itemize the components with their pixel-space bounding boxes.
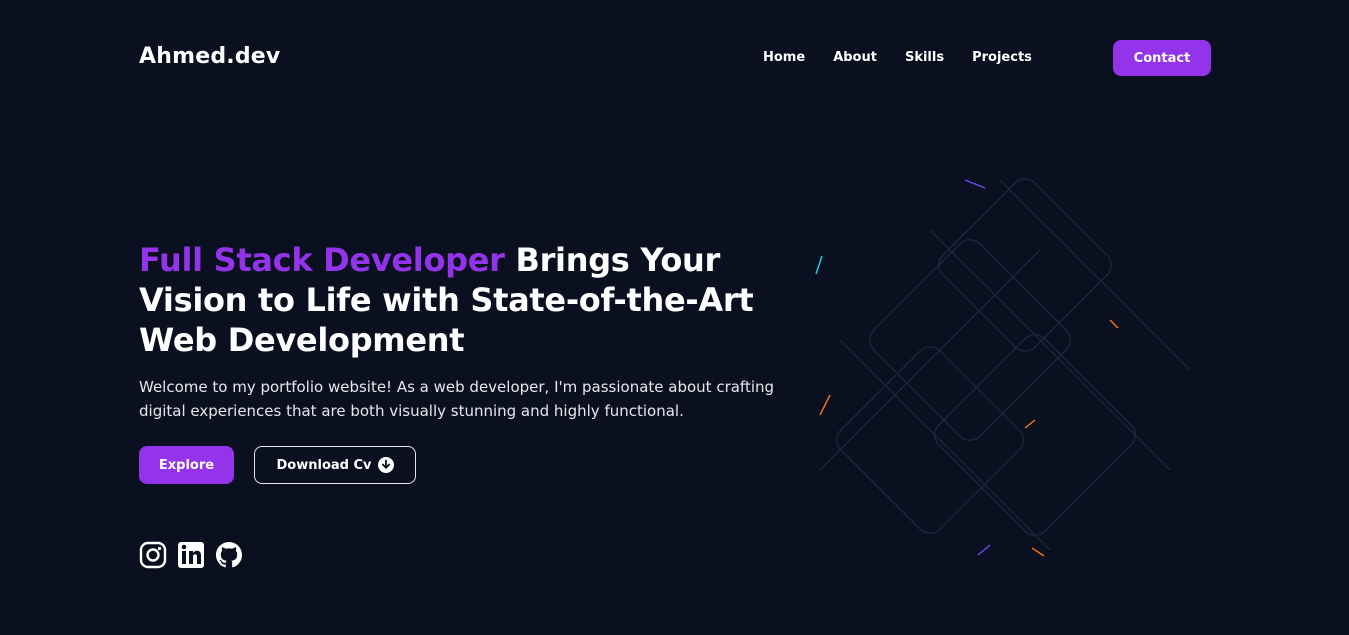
decorative-grid-graphic <box>815 178 1191 557</box>
nav-projects[interactable]: Projects <box>972 50 1032 65</box>
github-icon[interactable] <box>215 540 243 570</box>
hero-description: Welcome to my portfolio website! As a we… <box>139 378 775 420</box>
hero-decoration <box>800 170 1200 570</box>
hero-title-accent: Full Stack Developer <box>139 241 505 279</box>
explore-button[interactable]: Explore <box>139 446 234 484</box>
nav-skills[interactable]: Skills <box>905 50 944 65</box>
hero-title: Full Stack Developer Brings Your Vision … <box>139 240 779 360</box>
linkedin-icon[interactable] <box>177 540 205 570</box>
nav-about[interactable]: About <box>833 50 877 65</box>
main-nav: Home About Skills Projects <box>763 50 1032 65</box>
nav-home[interactable]: Home <box>763 50 805 65</box>
download-icon <box>377 457 394 473</box>
download-cv-label: Download Cv <box>276 457 372 473</box>
instagram-icon[interactable] <box>139 540 167 570</box>
site-logo[interactable]: Ahmed.dev <box>139 44 280 69</box>
social-links <box>139 540 243 570</box>
download-cv-button[interactable]: Download Cv <box>254 446 416 484</box>
contact-button[interactable]: Contact <box>1113 40 1211 76</box>
